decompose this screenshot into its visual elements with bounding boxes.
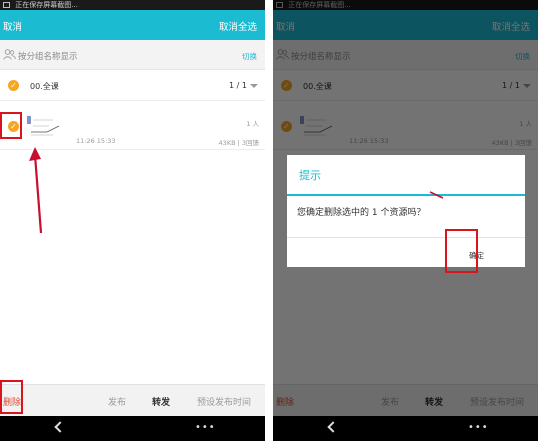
back-icon[interactable] [327,421,339,433]
group-display-row: 按分组名称显示 切换 [0,40,265,70]
chevron-down-icon[interactable] [250,84,258,88]
item-time: 11:26 15:33 [76,137,116,145]
participant-count: 1 人 [246,120,259,128]
more-icon[interactable]: ••• [468,423,489,433]
status-bar: 正在保存屏幕截图... [0,0,265,10]
group-all-row[interactable]: ✓ 00.全课 1 / 1 [0,71,265,101]
people-icon [3,49,16,60]
highlight-box-check [0,112,22,139]
divider-gap [265,0,273,441]
back-icon[interactable] [54,421,66,433]
page-indicator: 1 / 1 [229,81,247,90]
deselect-all-button[interactable]: 取消全选 [219,19,257,33]
system-nav-bar: ••• [273,416,538,441]
dialog-title-divider [287,194,525,196]
preset-publish-time-button[interactable]: 预设发布时间 [197,395,251,408]
forward-button[interactable]: 转发 [152,395,170,408]
screenshot-icon [3,2,10,8]
more-icon[interactable]: ••• [195,423,216,433]
confirm-delete-dialog: 提示 您确定删除选中的 1 个资源吗？ 确定 [287,155,525,267]
switch-button[interactable]: 切换 [242,51,257,62]
phone-screen-right: 正在保存屏幕截图... 取消 取消全选 按分组名称显示 切换 ✓ 00.全课 1… [273,0,538,441]
bottom-action-bar: 删除 发布 转发 预设发布时间 [0,384,265,416]
cancel-button[interactable]: 取消 [3,19,22,33]
highlight-box-confirm [445,229,478,273]
phone-screen-left: 正在保存屏幕截图... 取消 取消全选 按分组名称显示 切换 ✓ 00.全课 1… [0,0,265,441]
group-display-label: 按分组名称显示 [18,52,78,62]
check-circle-icon[interactable]: ✓ [8,80,19,91]
cursor-mark-annotation [429,191,444,199]
resource-thumbnail [27,116,60,136]
status-text: 正在保存屏幕截图... [15,1,78,9]
highlight-box-delete [0,380,23,414]
dialog-button-divider [287,237,525,238]
dialog-title: 提示 [299,169,321,182]
group-name: 00.全课 [30,82,59,91]
resource-item[interactable]: ✓ 1 人 11:26 15:33 43KB | 3回馈 [0,102,265,150]
red-arrow-annotation [29,147,43,234]
publish-button[interactable]: 发布 [108,395,126,408]
top-bar: 取消 取消全选 [0,10,265,40]
system-nav-bar: ••• [0,416,265,441]
dialog-message: 您确定删除选中的 1 个资源吗？ [297,208,426,218]
item-size: 43KB | 3回馈 [218,139,259,147]
